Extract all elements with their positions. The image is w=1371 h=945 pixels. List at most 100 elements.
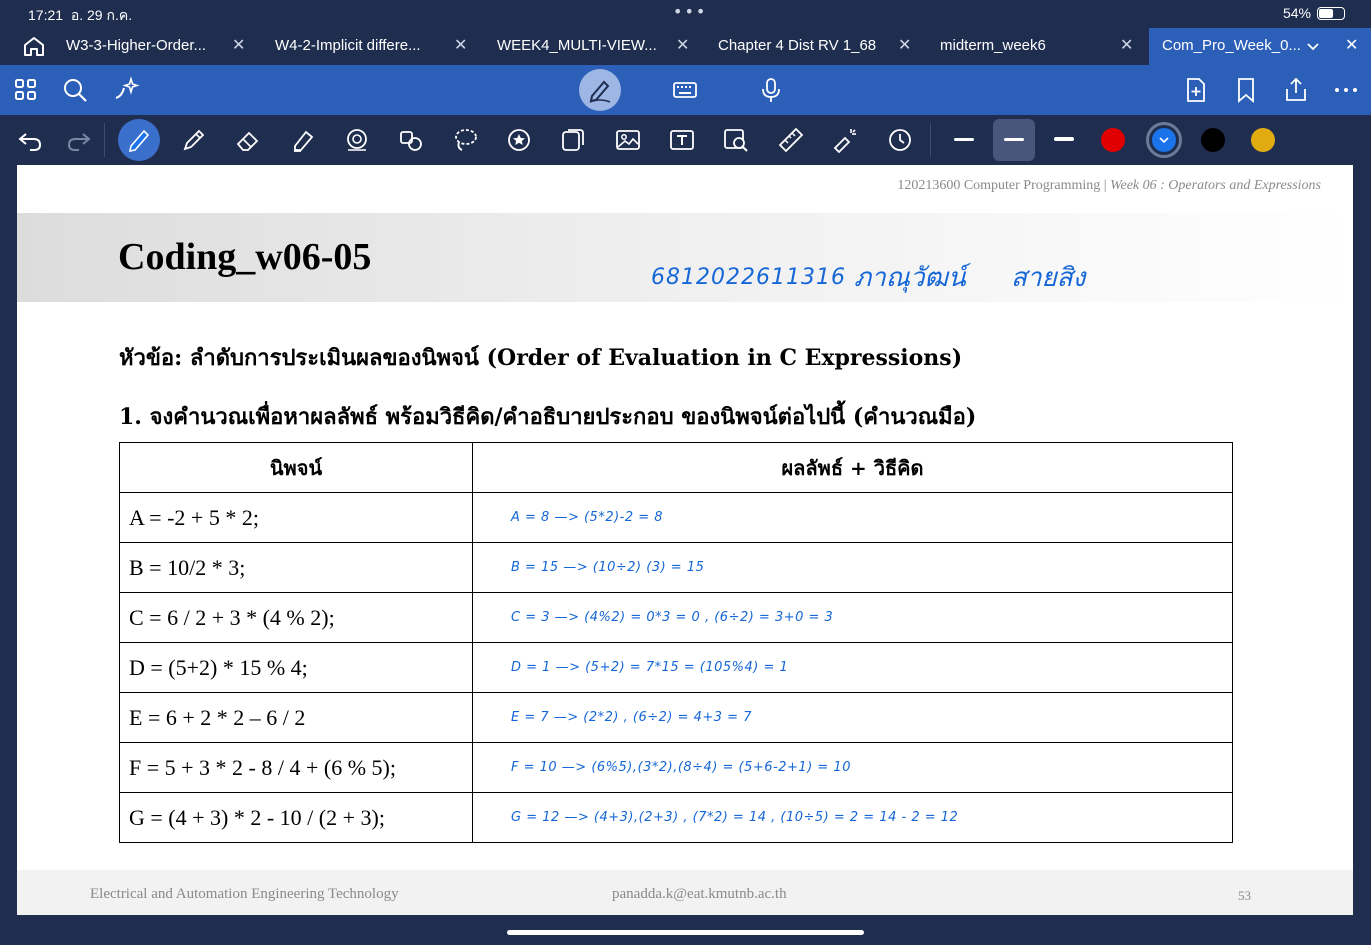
expression-cell: A = -2 + 5 * 2; bbox=[119, 492, 473, 543]
handwritten-answer: C = 3 —> (4%2) = 0*3 = 0 , (6÷2) = 3+0 =… bbox=[472, 592, 1233, 643]
tab-label: midterm_week6 bbox=[940, 37, 1046, 54]
slide-title: Coding_w06-05 bbox=[118, 236, 372, 278]
camera-scan-icon[interactable] bbox=[722, 126, 750, 154]
color-black-swatch[interactable] bbox=[1201, 128, 1225, 152]
slide-header: 120213600 Computer Programming | Week 06… bbox=[897, 178, 1321, 193]
history-icon[interactable] bbox=[886, 126, 914, 154]
close-icon[interactable]: ✕ bbox=[1120, 35, 1133, 55]
elements-icon[interactable] bbox=[397, 126, 425, 154]
footer-email: panadda.k@eat.kmutnb.ac.th bbox=[612, 886, 787, 902]
tools-toolbar bbox=[0, 115, 1371, 165]
footer-department: Electrical and Automation Engineering Te… bbox=[90, 886, 399, 902]
redo-icon[interactable] bbox=[65, 126, 93, 154]
eraser-icon[interactable] bbox=[234, 126, 262, 154]
handwritten-first-name: ภาณุวัฒน์ bbox=[854, 263, 966, 293]
expressions-table: นิพจน์ ผลลัพธ์ + วิธีคิด A = -2 + 5 * 2;… bbox=[119, 442, 1233, 843]
handwritten-answer: A = 8 —> (5*2)-2 = 8 bbox=[472, 492, 1233, 543]
expression-cell: B = 10/2 * 3; bbox=[119, 542, 473, 593]
color-red-swatch[interactable] bbox=[1101, 128, 1125, 152]
column-header-answer: ผลลัพธ์ + วิธีคิด bbox=[472, 442, 1233, 493]
tab-label: Com_Pro_Week_0... bbox=[1162, 37, 1301, 54]
close-icon[interactable]: ✕ bbox=[898, 35, 911, 55]
toolbar-divider bbox=[104, 123, 105, 157]
chevron-down-icon[interactable] bbox=[1307, 42, 1319, 52]
tab-label: W4-2-Implicit differe... bbox=[275, 37, 421, 54]
table-row: C = 6 / 2 + 3 * (4 % 2); C = 3 —> (4%2) … bbox=[119, 592, 1233, 643]
table-row: A = -2 + 5 * 2; A = 8 —> (5*2)-2 = 8 bbox=[119, 492, 1233, 543]
bookmark-icon[interactable] bbox=[1232, 76, 1260, 104]
sparkle-icon[interactable] bbox=[112, 76, 140, 104]
handwritten-last-name: สายสิง bbox=[1011, 263, 1086, 293]
stroke-medium-line bbox=[1004, 138, 1024, 141]
expression-cell: F = 5 + 3 * 2 - 8 / 4 + (6 % 5); bbox=[119, 742, 473, 793]
table-row: D = (5+2) * 15 % 4; D = 1 —> (5+2) = 7*1… bbox=[119, 642, 1233, 693]
tab-label: W3-3-Higher-Order... bbox=[66, 37, 206, 54]
topic-heading: หัวข้อ: ลำดับการประเมินผลของนิพจน์ (Orde… bbox=[119, 345, 963, 371]
toolbar-divider bbox=[930, 123, 931, 157]
search-icon[interactable] bbox=[61, 76, 89, 104]
table-row: F = 5 + 3 * 2 - 8 / 4 + (6 % 5); F = 10 … bbox=[119, 742, 1233, 793]
expression-cell: E = 6 + 2 * 2 – 6 / 2 bbox=[119, 692, 473, 743]
ruler-icon[interactable] bbox=[777, 126, 805, 154]
slide-page[interactable]: 120213600 Computer Programming | Week 06… bbox=[17, 165, 1353, 915]
home-indicator[interactable] bbox=[507, 930, 864, 935]
table-header-row: นิพจน์ ผลลัพธ์ + วิธีคิด bbox=[119, 442, 1233, 493]
handwritten-answer: E = 7 —> (2*2) , (6÷2) = 4+3 = 7 bbox=[472, 692, 1233, 743]
table-row: G = (4 + 3) * 2 - 10 / (2 + 3); G = 12 —… bbox=[119, 792, 1233, 843]
keyboard-icon[interactable] bbox=[671, 76, 699, 104]
handwritten-student-id: 6812022611316 bbox=[651, 265, 846, 290]
tab-week4-multiview[interactable]: WEEK4_MULTI-VIEW... ✕ bbox=[497, 28, 697, 65]
handwritten-answer: D = 1 —> (5+2) = 7*15 = (105%4) = 1 bbox=[472, 642, 1233, 693]
highlighter-icon[interactable] bbox=[289, 126, 317, 154]
handwritten-answer: F = 10 —> (6%5),(3*2),(8÷4) = (5+6-2+1) … bbox=[472, 742, 1233, 793]
tab-label: WEEK4_MULTI-VIEW... bbox=[497, 37, 657, 54]
close-icon[interactable]: ✕ bbox=[676, 35, 689, 55]
slide-footer: Electrical and Automation Engineering Te… bbox=[17, 870, 1353, 915]
top-toolbar bbox=[0, 65, 1371, 115]
question-1: 1. จงคำนวณเพื่อหาผลลัพธ์ พร้อมวิธีคิด/คำ… bbox=[119, 404, 977, 430]
close-icon[interactable]: ✕ bbox=[1345, 35, 1358, 55]
pen-icon[interactable] bbox=[125, 126, 153, 154]
expression-cell: G = (4 + 3) * 2 - 10 / (2 + 3); bbox=[119, 792, 473, 843]
grid-icon[interactable] bbox=[12, 76, 40, 104]
page-number: 53 bbox=[1238, 888, 1251, 903]
tab-w3-3[interactable]: W3-3-Higher-Order... ✕ bbox=[62, 28, 260, 65]
pen-icon[interactable] bbox=[586, 76, 614, 104]
stroke-thick-option[interactable] bbox=[1054, 137, 1074, 141]
more-icon[interactable] bbox=[1332, 76, 1360, 104]
expression-cell: C = 6 / 2 + 3 * (4 % 2); bbox=[119, 592, 473, 643]
pencil-icon[interactable] bbox=[180, 126, 208, 154]
close-icon[interactable]: ✕ bbox=[232, 35, 245, 55]
new-page-icon[interactable] bbox=[1182, 76, 1210, 104]
document-tabs: W3-3-Higher-Order... ✕ W4-2-Implicit dif… bbox=[0, 28, 1371, 65]
table-row: E = 6 + 2 * 2 – 6 / 2 E = 7 —> (2*2) , (… bbox=[119, 692, 1233, 743]
textbox-icon[interactable] bbox=[668, 126, 696, 154]
share-icon[interactable] bbox=[1282, 76, 1310, 104]
column-header-expression: นิพจน์ bbox=[119, 442, 473, 493]
tab-midterm[interactable]: midterm_week6 ✕ bbox=[940, 28, 1140, 65]
tab-label: Chapter 4 Dist RV 1_68 bbox=[718, 37, 877, 54]
status-time: 17:21 อ. 29 ก.ค. bbox=[28, 7, 133, 23]
image-icon[interactable] bbox=[614, 126, 642, 154]
tape-icon[interactable] bbox=[559, 126, 587, 154]
title-band: Coding_w06-05 6812022611316 ภาณุวัฒน์ สา… bbox=[17, 213, 1353, 302]
multitask-dots[interactable]: ••• bbox=[673, 2, 707, 21]
tab-chapter4[interactable]: Chapter 4 Dist RV 1_68 ✕ bbox=[718, 28, 918, 65]
shapes-icon[interactable] bbox=[343, 126, 371, 154]
lasso-icon[interactable] bbox=[451, 126, 479, 154]
microphone-icon[interactable] bbox=[757, 76, 785, 104]
tab-w4-2[interactable]: W4-2-Implicit differe... ✕ bbox=[275, 28, 475, 65]
undo-icon[interactable] bbox=[16, 126, 44, 154]
close-icon[interactable]: ✕ bbox=[454, 35, 467, 55]
stroke-thin-option[interactable] bbox=[954, 138, 974, 141]
expression-cell: D = (5+2) * 15 % 4; bbox=[119, 642, 473, 693]
color-yellow-swatch[interactable] bbox=[1251, 128, 1275, 152]
battery-indicator: 54% bbox=[1283, 5, 1345, 21]
table-row: B = 10/2 * 3; B = 15 —> (10÷2) (3) = 15 bbox=[119, 542, 1233, 593]
status-bar: 17:21 อ. 29 ก.ค. ••• 54% bbox=[0, 0, 1371, 28]
sticker-icon[interactable] bbox=[505, 126, 533, 154]
tab-com-pro-week[interactable]: Com_Pro_Week_0... ✕ bbox=[1149, 28, 1371, 65]
battery-icon bbox=[1317, 6, 1345, 20]
home-icon[interactable] bbox=[20, 34, 48, 58]
laser-pointer-icon[interactable] bbox=[831, 126, 859, 154]
